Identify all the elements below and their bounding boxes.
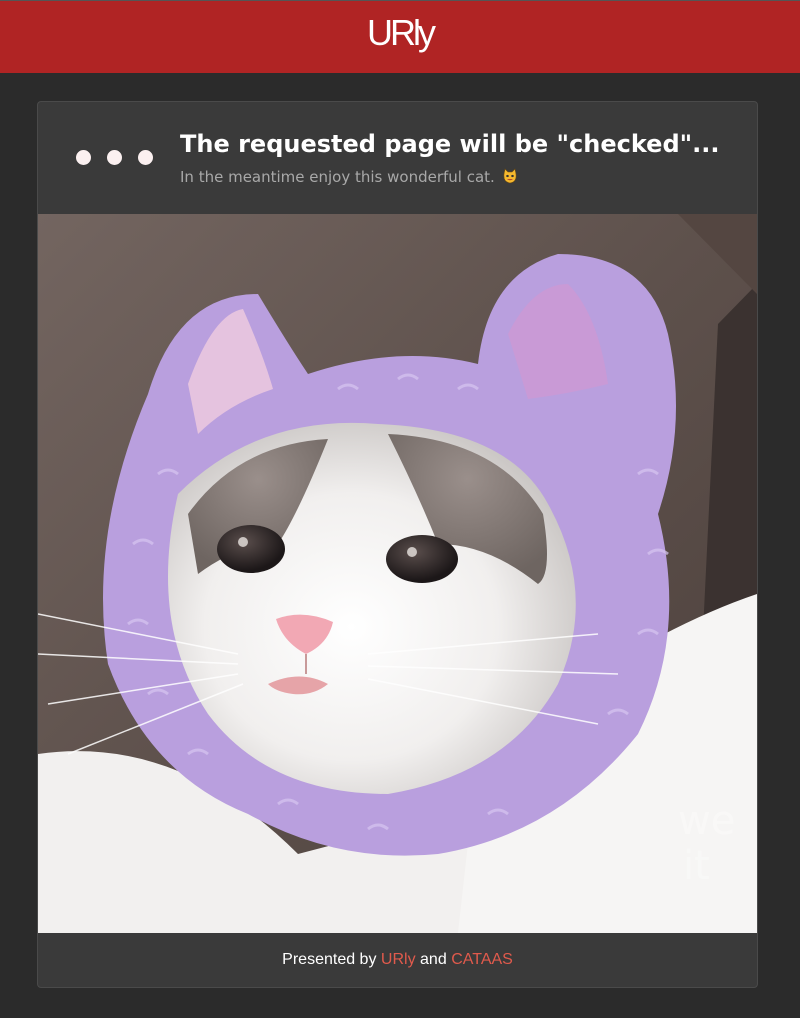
loading-dot	[76, 150, 91, 165]
footer-prefix: Presented by	[282, 951, 377, 968]
page-title: The requested page will be "checked"...	[180, 130, 720, 158]
cat-photo: we it	[38, 214, 757, 933]
page-subtitle: In the meantime enjoy this wonderful cat…	[180, 168, 518, 186]
subtitle-text: In the meantime enjoy this wonderful cat…	[180, 168, 495, 186]
urly-link[interactable]: URly	[381, 951, 416, 968]
cataas-link[interactable]: CATAAS	[451, 951, 513, 968]
footer-credits: Presented by URly and CATAAS	[38, 933, 757, 987]
svg-text:we: we	[678, 798, 735, 844]
loading-dot	[107, 150, 122, 165]
top-bar: URly	[0, 0, 800, 73]
svg-text:it: it	[683, 843, 710, 889]
urly-logo[interactable]: URly	[0, 13, 800, 53]
cat-emoji-icon	[502, 168, 518, 184]
waiting-card: The requested page will be "checked"... …	[37, 101, 758, 988]
loading-dot	[138, 150, 153, 165]
footer-conjunction: and	[420, 951, 447, 968]
